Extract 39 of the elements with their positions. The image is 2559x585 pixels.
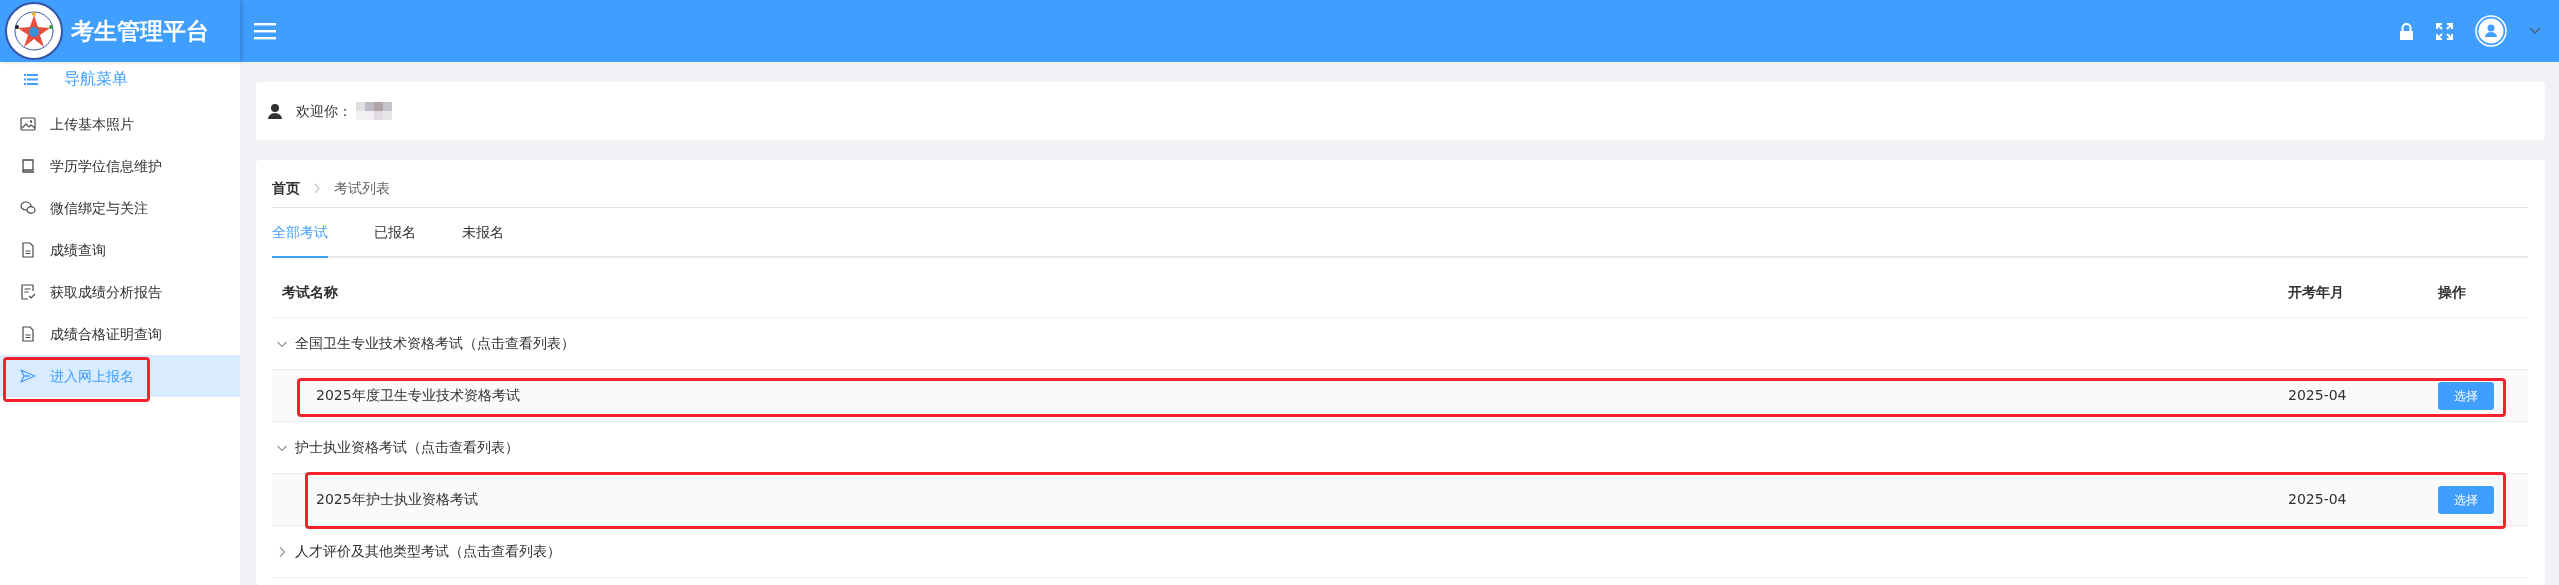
exam-date: 2025-04 — [2288, 387, 2347, 403]
tab[interactable]: 已报名 — [374, 208, 416, 258]
column-header: 开考年月 — [2288, 284, 2344, 300]
breadcrumb-link[interactable]: 首页 — [272, 178, 300, 199]
report-icon — [20, 284, 36, 300]
menu-icon[interactable] — [254, 22, 276, 40]
welcome-text: 欢迎你： — [296, 101, 352, 121]
sidebar-item[interactable]: 成绩合格证明查询 — [0, 313, 240, 355]
document-icon — [20, 242, 36, 258]
logo-icon — [3, 1, 64, 61]
exam-group-title[interactable]: 护士执业资格考试（点击查看列表） — [295, 437, 519, 458]
exam-name: 2025年护士执业资格考试 — [316, 491, 478, 507]
exam-group-title[interactable]: 人才评价及其他类型考试（点击查看列表） — [295, 541, 561, 562]
caret-icon[interactable] — [2529, 27, 2541, 35]
sidebar-item[interactable]: 获取成绩分析报告 — [0, 271, 240, 313]
list-icon — [24, 73, 38, 85]
column-header: 操作 — [2438, 284, 2466, 300]
app-title: 考生管理平台 — [70, 16, 209, 46]
book-icon — [20, 158, 36, 174]
exam-group-title[interactable]: 全国卫生专业技术资格考试（点击查看列表） — [295, 333, 575, 354]
fullscreen-icon[interactable] — [2436, 22, 2453, 40]
sidebar-item[interactable]: 成绩查询 — [0, 229, 240, 271]
sidebar-item[interactable]: 微信绑定与关注 — [0, 187, 240, 229]
nav-menu-title: 导航菜单 — [64, 68, 128, 90]
tab[interactable]: 未报名 — [462, 208, 504, 258]
chevron-icon — [313, 183, 321, 194]
sidebar-item[interactable]: 学历学位信息维护 — [0, 145, 240, 187]
exam-name: 2025年度卫生专业技术资格考试 — [316, 387, 520, 403]
picture-frame-icon — [20, 116, 36, 132]
avatar-icon[interactable] — [2475, 15, 2507, 47]
chat-icon — [20, 200, 36, 216]
send-icon — [20, 368, 36, 384]
sidebar-item[interactable]: 上传基本照片 — [0, 103, 240, 145]
column-header: 考试名称 — [282, 284, 338, 300]
lock-icon[interactable] — [2399, 22, 2414, 40]
document-icon — [20, 326, 36, 342]
user-icon — [268, 103, 282, 119]
exam-date: 2025-04 — [2288, 491, 2347, 507]
redacted-name — [355, 102, 392, 120]
